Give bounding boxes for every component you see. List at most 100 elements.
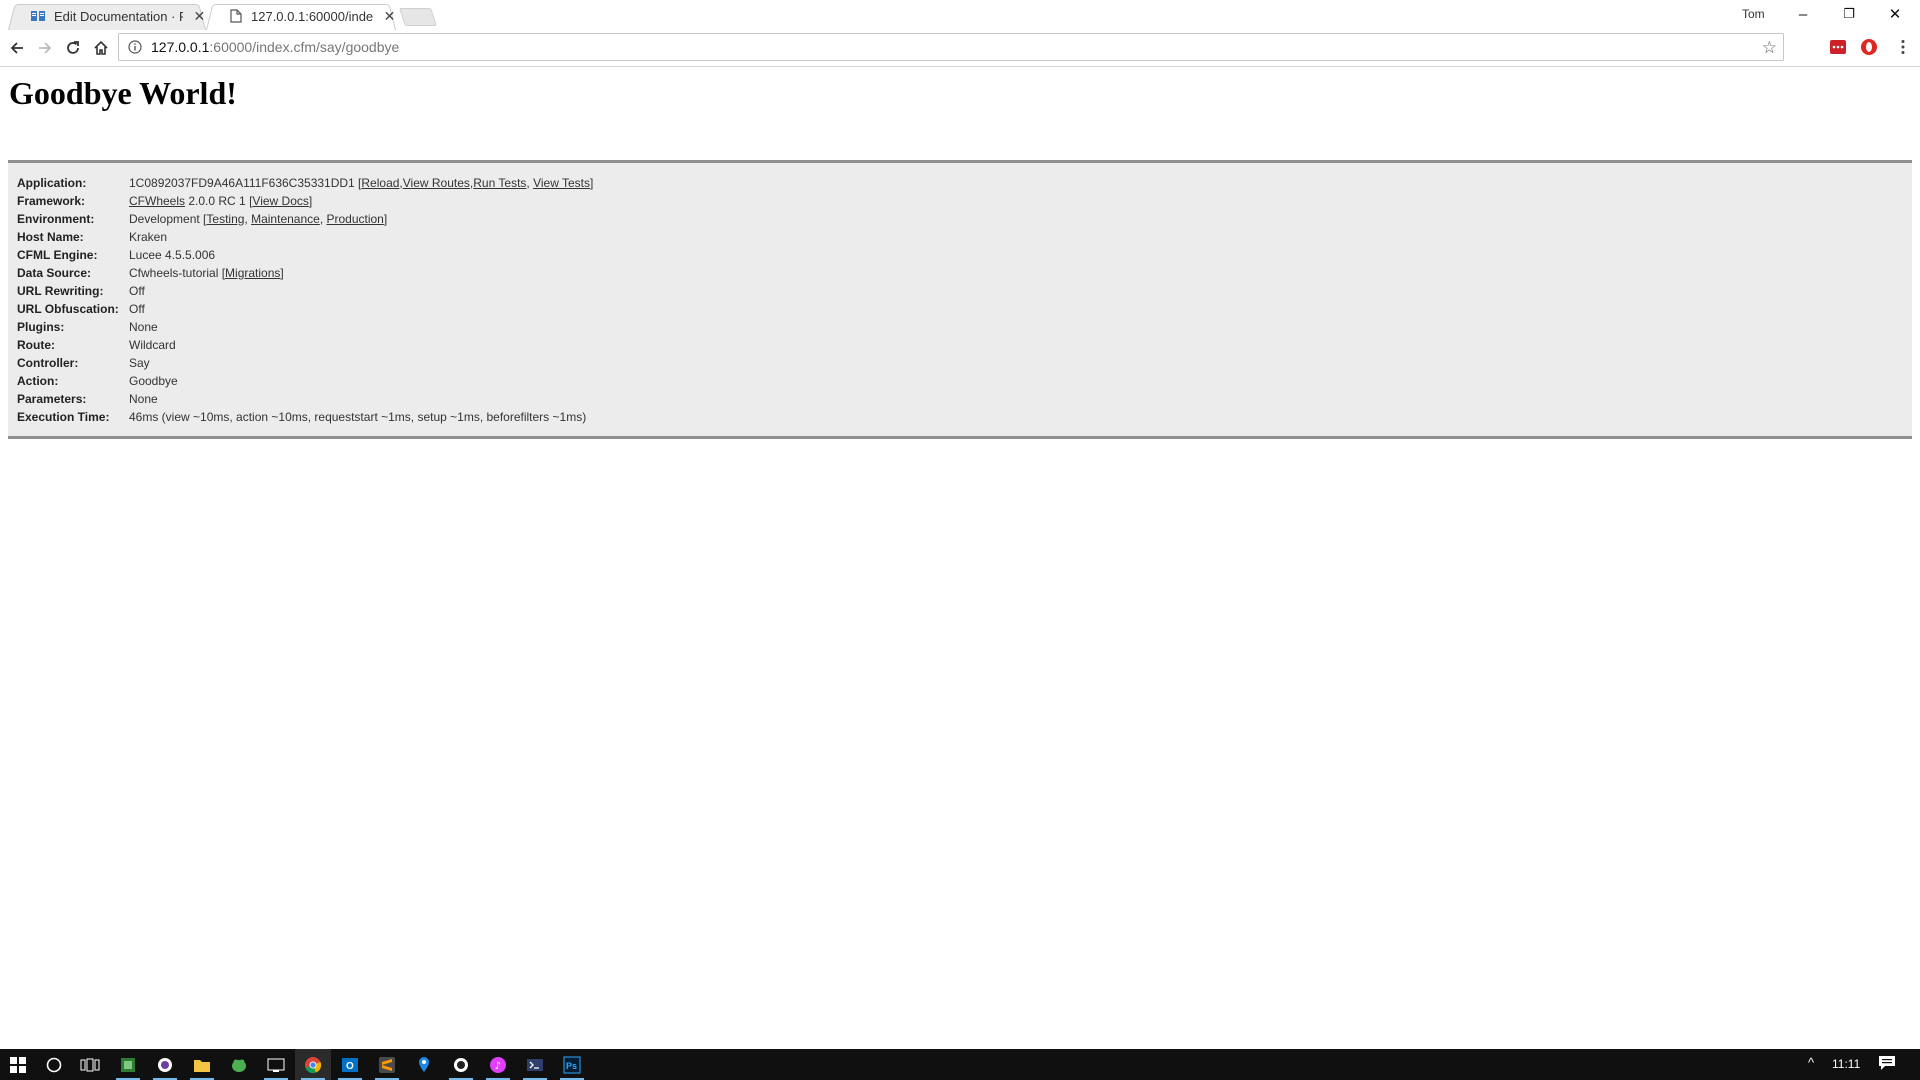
tab-edit-documentation[interactable]: Edit Documentation · Re ✕ xyxy=(8,2,206,30)
debug-label: Controller: xyxy=(17,356,79,370)
lastpass-extension-icon[interactable] xyxy=(1829,38,1847,56)
back-arrow-icon xyxy=(10,42,23,54)
tab-close-icon[interactable]: ✕ xyxy=(383,8,396,25)
app-icon[interactable] xyxy=(517,1049,553,1080)
debug-label: URL Rewriting: xyxy=(17,284,104,298)
table-row: Route: Wildcard xyxy=(17,336,593,354)
view-docs-link[interactable]: View Docs xyxy=(252,194,308,208)
profile-name[interactable]: Tom xyxy=(1742,7,1765,21)
restore-button[interactable]: ❐ xyxy=(1826,0,1872,28)
debug-value: Wildcard xyxy=(129,338,176,352)
tab-close-icon[interactable]: ✕ xyxy=(193,8,206,25)
view-tests-link[interactable]: View Tests xyxy=(533,176,590,190)
debug-value: Kraken xyxy=(129,230,168,244)
run-tests-link[interactable]: Run Tests xyxy=(473,176,526,190)
environment-value: Development xyxy=(129,212,200,226)
browser-toolbar: 127.0.0.1:60000/index.cfm/say/goodbye ☆ xyxy=(0,30,1920,67)
migrations-link[interactable]: Migrations xyxy=(225,266,280,280)
table-row: URL Rewriting: Off xyxy=(17,282,593,300)
menu-kebab-icon[interactable] xyxy=(1894,38,1912,56)
debug-value: 46ms (view ~10ms, action ~10ms, requests… xyxy=(129,410,587,424)
testing-link[interactable]: Testing xyxy=(206,212,244,226)
windows-taskbar: O ♪ Ps ^ 11:11 xyxy=(0,1049,1920,1080)
close-window-button[interactable]: ✕ xyxy=(1872,0,1918,28)
forward-arrow-icon xyxy=(39,42,52,54)
debug-value: Off xyxy=(129,302,145,316)
itunes-icon[interactable]: ♪ xyxy=(480,1049,516,1080)
table-row: CFML Engine: Lucee 4.5.5.006 xyxy=(17,246,593,264)
app-icon[interactable] xyxy=(221,1049,257,1080)
chrome-icon[interactable] xyxy=(295,1049,331,1080)
tab-title: 127.0.0.1:60000/index.cfm xyxy=(251,8,373,24)
cortana-icon[interactable] xyxy=(36,1049,72,1080)
debug-value: Lucee 4.5.5.006 xyxy=(129,248,216,262)
debug-label: Route: xyxy=(17,338,55,352)
table-row: Environment: Development [Testing, Maint… xyxy=(17,210,593,228)
debug-value: None xyxy=(129,320,158,334)
bookmark-star-icon[interactable]: ☆ xyxy=(1762,38,1777,58)
web-page: Goodbye World! Application: 1C0892037FD9… xyxy=(0,67,1920,1049)
debug-label: Host Name: xyxy=(17,230,84,244)
application-id: 1C0892037FD9A46A111F636C35331DD1 xyxy=(129,176,355,190)
reload-icon xyxy=(67,41,79,54)
debug-value: Cfwheels-tutorial [Migrations] xyxy=(129,266,284,280)
debug-label: Application: xyxy=(17,176,87,190)
info-icon[interactable] xyxy=(127,39,143,55)
debug-label: Data Source: xyxy=(17,266,92,280)
debug-label: Action: xyxy=(17,374,59,388)
view-routes-link[interactable]: View Routes xyxy=(403,176,470,190)
home-button[interactable] xyxy=(89,36,113,60)
clock[interactable]: 11:11 xyxy=(1832,1057,1860,1071)
sublime-icon[interactable] xyxy=(369,1049,405,1080)
cfwheels-link[interactable]: CFWheels xyxy=(129,194,185,208)
tab-localhost[interactable]: 127.0.0.1:60000/index.cfm ✕ xyxy=(206,2,396,30)
notifications-icon[interactable] xyxy=(1878,1055,1896,1076)
outlook-icon[interactable]: O xyxy=(332,1049,368,1080)
tab-strip: Edit Documentation · Re ✕ 127.0.0.1:6000… xyxy=(0,0,1920,30)
framework-version: 2.0.0 RC 1 xyxy=(188,194,246,208)
chevron-up-icon[interactable]: ^ xyxy=(1808,1055,1814,1070)
forward-button[interactable] xyxy=(33,36,57,60)
tab-title: Edit Documentation · Re xyxy=(54,8,183,24)
debug-label: Plugins: xyxy=(17,320,65,334)
opera-extension-icon[interactable] xyxy=(1860,38,1878,56)
photoshop-icon[interactable]: Ps xyxy=(554,1049,590,1080)
new-tab-button[interactable] xyxy=(399,8,437,26)
debug-label: URL Obfuscation: xyxy=(17,302,119,316)
docs-book-icon xyxy=(30,8,46,24)
app-icon[interactable] xyxy=(443,1049,479,1080)
table-row: Action: Goodbye xyxy=(17,372,593,390)
debug-value: None xyxy=(129,392,158,406)
table-row: Framework: CFWheels 2.0.0 RC 1 [View Doc… xyxy=(17,192,593,210)
app-icon[interactable] xyxy=(147,1049,183,1080)
debug-table: Application: 1C0892037FD9A46A111F636C353… xyxy=(17,174,593,426)
task-view-icon[interactable] xyxy=(72,1049,108,1080)
home-icon xyxy=(94,40,108,55)
debug-value: 1C0892037FD9A46A111F636C35331DD1 [Reload… xyxy=(129,176,594,190)
debug-label: Framework: xyxy=(17,194,86,208)
start-icon[interactable] xyxy=(0,1049,36,1080)
reload-button[interactable] xyxy=(61,36,85,60)
debug-label: Parameters: xyxy=(17,392,87,406)
app-icon[interactable] xyxy=(258,1049,294,1080)
maintenance-link[interactable]: Maintenance xyxy=(251,212,320,226)
debug-value: Off xyxy=(129,284,145,298)
app-icon[interactable] xyxy=(110,1049,146,1080)
production-link[interactable]: Production xyxy=(326,212,383,226)
back-button[interactable] xyxy=(5,36,29,60)
table-row: Host Name: Kraken xyxy=(17,228,593,246)
minimize-button[interactable]: – xyxy=(1780,0,1826,28)
app-icon[interactable] xyxy=(406,1049,442,1080)
file-explorer-icon[interactable] xyxy=(184,1049,220,1080)
page-icon xyxy=(228,8,243,24)
table-row: Plugins: None xyxy=(17,318,593,336)
svg-text:Ps: Ps xyxy=(566,1061,577,1071)
reload-link[interactable]: Reload xyxy=(361,176,399,190)
table-row: Execution Time: 46ms (view ~10ms, action… xyxy=(17,408,593,426)
svg-text:O: O xyxy=(346,1061,354,1072)
debug-label: Environment: xyxy=(17,212,95,226)
address-bar[interactable]: 127.0.0.1:60000/index.cfm/say/goodbye ☆ xyxy=(118,33,1784,61)
url-text[interactable]: 127.0.0.1:60000/index.cfm/say/goodbye xyxy=(151,39,399,55)
table-row: Controller: Say xyxy=(17,354,593,372)
table-row: Parameters: None xyxy=(17,390,593,408)
